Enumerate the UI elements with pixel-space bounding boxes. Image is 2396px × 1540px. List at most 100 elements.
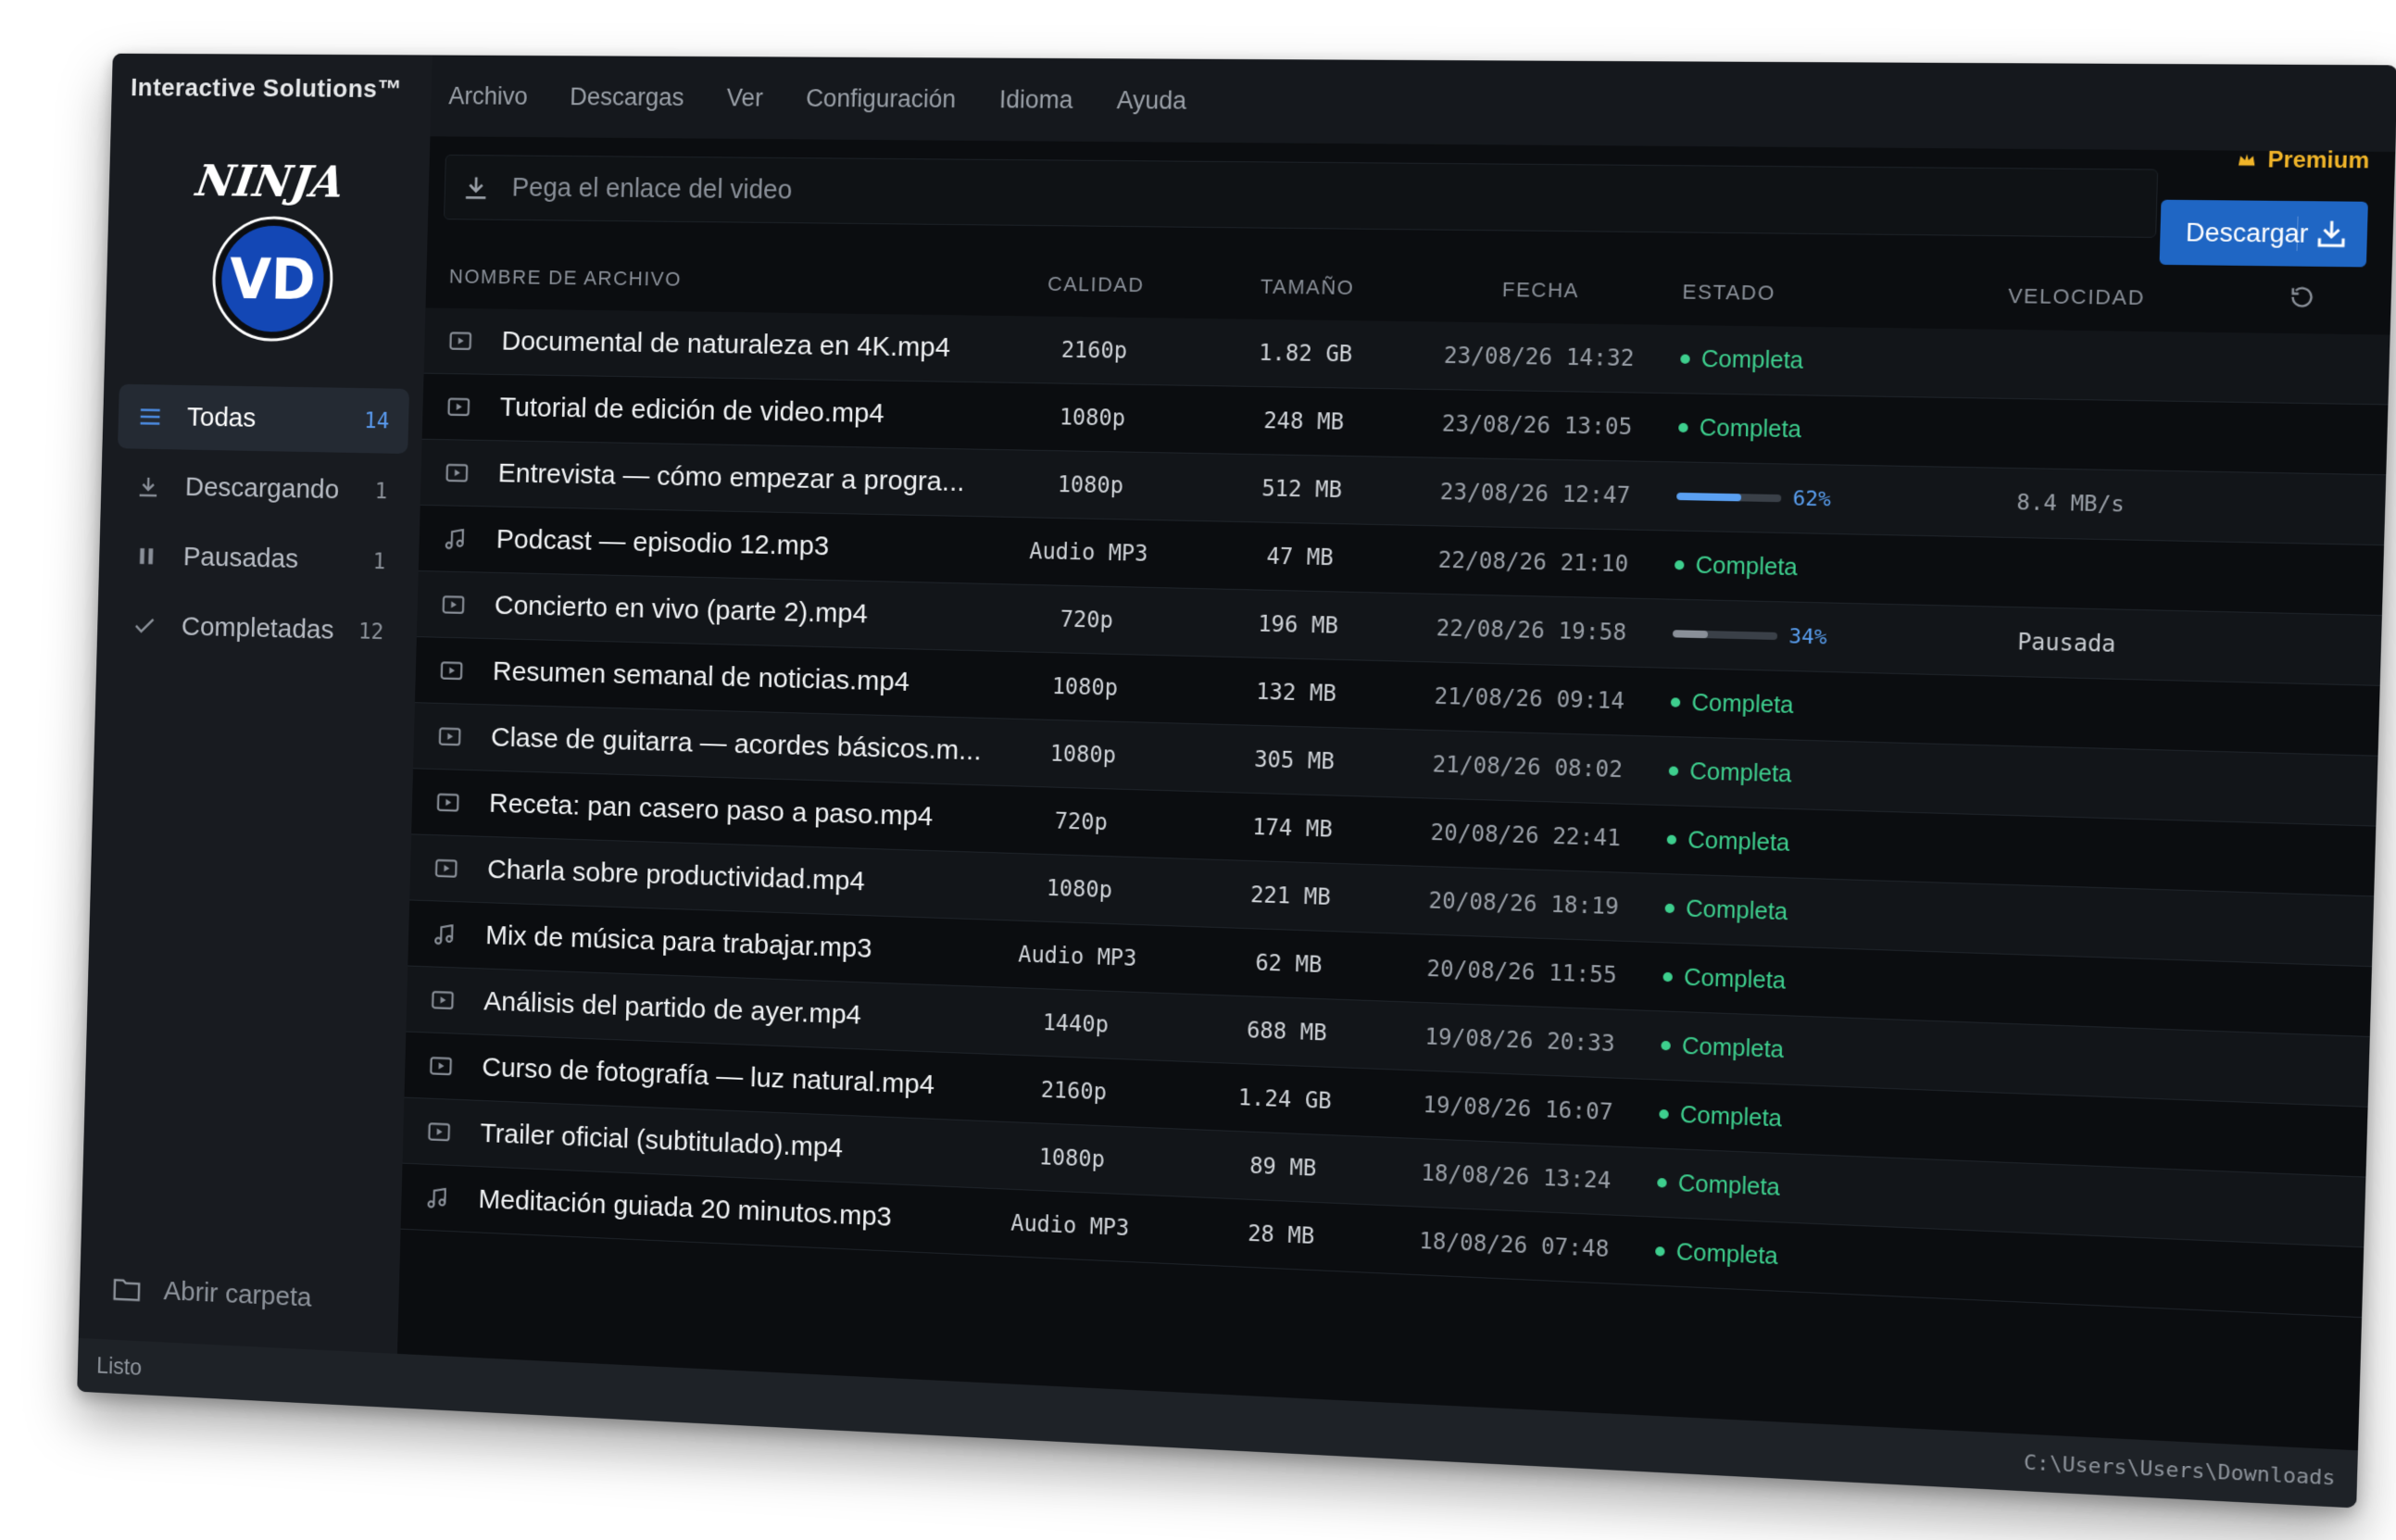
- header-status[interactable]: ESTADO: [1663, 280, 1941, 307]
- status-cell: 34%: [1653, 621, 1931, 652]
- status-cell: Completa: [1640, 1100, 1918, 1138]
- menu-ayuda[interactable]: Ayuda: [1116, 86, 1186, 115]
- video-file-icon: [436, 722, 463, 750]
- pause-icon: [133, 543, 160, 570]
- svg-text:NINJA: NINJA: [191, 157, 347, 208]
- size-value: 89 MB: [1172, 1149, 1394, 1184]
- file-cell: Charla sobre productividad.mp4: [410, 852, 980, 902]
- folder-icon: [112, 1275, 142, 1303]
- speed-cell: [1927, 778, 2200, 785]
- premium-badge[interactable]: Premium: [2236, 146, 2369, 174]
- status-dot: [1680, 355, 1690, 364]
- quality-value: 1080p: [985, 671, 1185, 703]
- header-size[interactable]: TAMAÑO: [1197, 274, 1420, 301]
- quality-value: 720p: [986, 605, 1188, 635]
- file-name: Meditación guiada 20 minutos.mp3: [478, 1184, 892, 1233]
- speed-cell: [1937, 432, 2209, 437]
- status-complete: Completa: [1675, 551, 1798, 581]
- status-cell: 62%: [1657, 484, 1935, 513]
- sidebar-item-todas[interactable]: Todas 14: [118, 384, 409, 454]
- open-folder-button[interactable]: Abrir carpeta: [112, 1273, 312, 1313]
- size-value: 62 MB: [1178, 947, 1400, 981]
- speed-cell: [1921, 986, 2193, 995]
- file-name: Tutorial de edición de video.mp4: [499, 392, 884, 430]
- download-path[interactable]: C:\Users\Users\Downloads: [2024, 1451, 2336, 1491]
- size-value: 47 MB: [1189, 542, 1412, 572]
- menu-configuracion[interactable]: Configuración: [806, 84, 957, 114]
- quality-value: Audio MP3: [970, 1208, 1171, 1243]
- header-speed[interactable]: VELOCIDAD: [1940, 283, 2214, 311]
- status-cell: Completa: [1636, 1237, 1913, 1277]
- sidebar-item-count: 1: [374, 479, 387, 505]
- date-value: 22/08/26 19:58: [1409, 614, 1654, 646]
- file-cell: Clase de guitarra — acordes básicos.m...: [414, 720, 984, 768]
- date-value: 21/08/26 09:14: [1407, 682, 1652, 715]
- url-input[interactable]: [509, 172, 2156, 220]
- file-name: Podcast — episodio 12.mp3: [496, 524, 829, 562]
- video-file-icon: [434, 788, 461, 816]
- quality-value: 1080p: [992, 403, 1194, 432]
- size-value: 132 MB: [1185, 677, 1409, 708]
- download-button[interactable]: Descargar: [2159, 200, 2367, 268]
- music-note-icon: [424, 1183, 451, 1211]
- speed-cell: Pausada: [1930, 627, 2203, 660]
- speed-cell: [1938, 363, 2211, 367]
- video-file-icon: [445, 393, 472, 420]
- file-cell: Tutorial de edición de video.mp4: [422, 391, 993, 432]
- size-value: 28 MB: [1170, 1217, 1392, 1253]
- menu-ver[interactable]: Ver: [726, 83, 763, 112]
- progress-bar: [1673, 630, 1777, 640]
- table-body: Documental de naturaleza en 4K.mp4 2160p 1…: [401, 307, 2390, 1318]
- sidebar-item-completadas[interactable]: Completadas 12: [112, 593, 404, 665]
- quality-value: Audio MP3: [988, 537, 1190, 568]
- status-label: Completa: [1689, 757, 1792, 788]
- list-icon: [137, 403, 164, 430]
- video-file-icon: [433, 855, 459, 883]
- refresh-button[interactable]: [2213, 282, 2391, 318]
- menu-idioma[interactable]: Idioma: [999, 85, 1073, 114]
- status-label: Completa: [1680, 1101, 1783, 1133]
- status-cell: Completa: [1655, 551, 1933, 584]
- video-file-icon: [440, 591, 467, 619]
- file-name: Concierto en vivo (parte 2).mp4: [494, 590, 868, 630]
- status-dot: [1671, 697, 1681, 707]
- downloads-table: NOMBRE DE ARCHIVO CALIDAD TAMAÑO FECHA E…: [401, 244, 2392, 1318]
- status-cell: Completa: [1637, 1169, 1915, 1208]
- crown-icon: [2236, 150, 2258, 171]
- header-name[interactable]: NOMBRE DE ARCHIVO: [426, 265, 997, 295]
- header-quality[interactable]: CALIDAD: [996, 271, 1198, 298]
- status-complete: Completa: [1655, 1237, 1778, 1270]
- sidebar-item-count: 14: [364, 408, 390, 434]
- video-file-icon: [438, 657, 465, 684]
- date-value: 19/08/26 16:07: [1396, 1091, 1640, 1127]
- quality-value: 1440p: [975, 1007, 1176, 1040]
- header-date[interactable]: FECHA: [1419, 277, 1664, 305]
- file-cell: Trailer oficial (subtitulado).mp4: [403, 1115, 972, 1170]
- file-name: Entrevista — cómo empezar a progra...: [497, 458, 965, 498]
- file-name: Trailer oficial (subtitulado).mp4: [480, 1118, 844, 1164]
- status-dot: [1667, 835, 1677, 845]
- status-cell: Completa: [1642, 1031, 1920, 1069]
- sidebar-item-descargando[interactable]: Descargando 1: [116, 454, 408, 524]
- refresh-icon: [2288, 283, 2316, 310]
- actions-cell: [2207, 507, 2385, 510]
- menu-archivo[interactable]: Archivo: [448, 81, 528, 110]
- music-note-icon: [431, 920, 458, 948]
- quality-value: 1080p: [990, 470, 1192, 500]
- sidebar-item-pausadas[interactable]: Pausadas 1: [114, 523, 406, 595]
- status-dot: [1665, 904, 1675, 913]
- status-complete: Completa: [1664, 895, 1788, 926]
- file-name: Resumen semanal de noticias.mp4: [493, 657, 910, 698]
- actions-cell: [2202, 716, 2379, 720]
- video-file-icon: [444, 459, 470, 487]
- status-complete: Completa: [1666, 826, 1789, 858]
- sidebar-item-label: Completadas: [181, 611, 334, 645]
- status-dot: [1659, 1109, 1669, 1120]
- download-icon: [135, 473, 162, 501]
- status-complete: Completa: [1668, 757, 1791, 788]
- menu-descargas[interactable]: Descargas: [570, 82, 684, 111]
- speed-cell: [1929, 709, 2202, 717]
- status-complete: Completa: [1678, 414, 1802, 444]
- file-cell: Documental de naturaleza en 4K.mp4: [424, 325, 995, 365]
- download-icon: [2296, 217, 2350, 252]
